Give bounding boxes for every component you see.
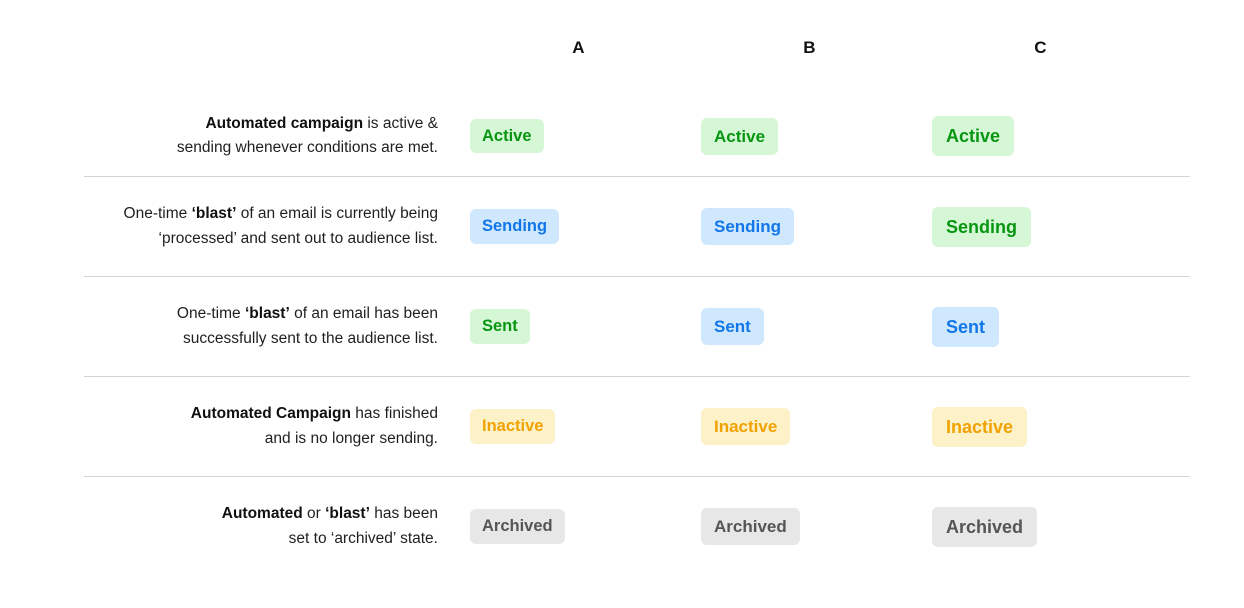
status-cell-b: Sending xyxy=(687,208,918,245)
table-body: Automated campaign is active & sending wh… xyxy=(84,96,1190,576)
row-description-pre: One-time xyxy=(123,205,192,223)
row-description-rest: has been xyxy=(369,505,438,523)
status-badge: Active xyxy=(470,118,544,154)
status-cell-c: Inactive xyxy=(918,406,1149,447)
table-row: One-time ‘blast’ of an email is currentl… xyxy=(84,176,1190,276)
status-cell-b: Archived xyxy=(687,508,918,545)
row-description-rest: is active & xyxy=(363,114,438,132)
column-header-a-label: A xyxy=(572,38,585,57)
status-cell-b: Sent xyxy=(687,308,918,345)
status-badge: Sending xyxy=(470,209,560,244)
row-description: One-time ‘blast’ of an email is currentl… xyxy=(84,202,456,250)
status-cell-a: Inactive xyxy=(456,409,687,444)
status-legend-table: A B C Automated campaign is active & send… xyxy=(0,0,1244,608)
row-description-line2: set to ‘archived’ state. xyxy=(288,529,438,547)
status-cell-c: Active xyxy=(918,116,1149,156)
table-row: Automated Campaign has finished and is no… xyxy=(84,376,1190,476)
row-description-rest: of an email has been xyxy=(289,305,438,323)
row-description: Automated Campaign has finished and is no… xyxy=(84,402,456,450)
row-description-line2: and is no longer sending. xyxy=(264,429,438,447)
status-badge: Inactive xyxy=(932,406,1028,447)
row-description-rest: of an email is currently being xyxy=(236,205,438,223)
row-description-emphasis: ‘blast’ xyxy=(244,305,290,323)
table-row: Automated or ‘blast’ has been set to ‘arc… xyxy=(84,476,1190,576)
comparison-table: A B C Automated campaign is active & send… xyxy=(84,0,1190,576)
status-badge: Archived xyxy=(932,506,1038,547)
column-header-a: A xyxy=(456,38,687,58)
row-description-emphasis: Automated xyxy=(221,505,303,523)
status-cell-a: Active xyxy=(456,118,687,154)
status-badge: Inactive xyxy=(701,408,791,445)
status-badge: Active xyxy=(932,116,1015,156)
status-cell-a: Archived xyxy=(456,509,687,544)
status-badge: Sent xyxy=(701,308,764,345)
status-cell-a: Sent xyxy=(456,309,687,344)
row-description-emphasis: Automated campaign xyxy=(205,114,364,132)
row-description: Automated campaign is active & sending wh… xyxy=(84,112,456,160)
status-badge: Inactive xyxy=(470,409,556,444)
status-badge: Sent xyxy=(932,306,1000,347)
status-badge: Archived xyxy=(470,509,565,544)
status-badge: Sending xyxy=(701,208,795,245)
status-cell-c: Sent xyxy=(918,306,1149,347)
table-row: Automated campaign is active & sending wh… xyxy=(84,96,1190,176)
status-cell-a: Sending xyxy=(456,209,687,244)
status-badge: Active xyxy=(701,117,779,155)
status-badge: Archived xyxy=(701,508,800,545)
row-description-line2: sending whenever conditions are met. xyxy=(176,139,438,156)
row-description: Automated or ‘blast’ has been set to ‘arc… xyxy=(84,502,456,550)
column-header-c-label: C xyxy=(1034,38,1047,57)
row-description-emphasis: Automated Campaign xyxy=(190,405,351,423)
row-description-mid: or xyxy=(302,505,326,523)
row-description: One-time ‘blast’ of an email has been suc… xyxy=(84,302,456,350)
row-description-emphasis: ‘blast’ xyxy=(191,205,237,223)
row-description-rest: has finished xyxy=(350,405,438,423)
table-row: One-time ‘blast’ of an email has been suc… xyxy=(84,276,1190,376)
column-header-b-label: B xyxy=(803,38,816,57)
column-header-c: C xyxy=(918,38,1149,58)
status-badge: Sent xyxy=(470,309,530,344)
status-cell-b: Active xyxy=(687,117,918,155)
row-description-pre: One-time xyxy=(176,305,245,323)
status-cell-c: Sending xyxy=(918,206,1149,247)
row-description-line2: ‘processed’ and sent out to audience lis… xyxy=(158,229,438,247)
row-description-line2: successfully sent to the audience list. xyxy=(182,329,438,347)
table-header-row: A B C xyxy=(84,0,1190,96)
row-description-emphasis-2: ‘blast’ xyxy=(325,505,370,523)
column-header-b: B xyxy=(687,38,918,58)
status-cell-b: Inactive xyxy=(687,408,918,445)
status-badge: Sending xyxy=(932,206,1031,247)
status-cell-c: Archived xyxy=(918,506,1149,547)
